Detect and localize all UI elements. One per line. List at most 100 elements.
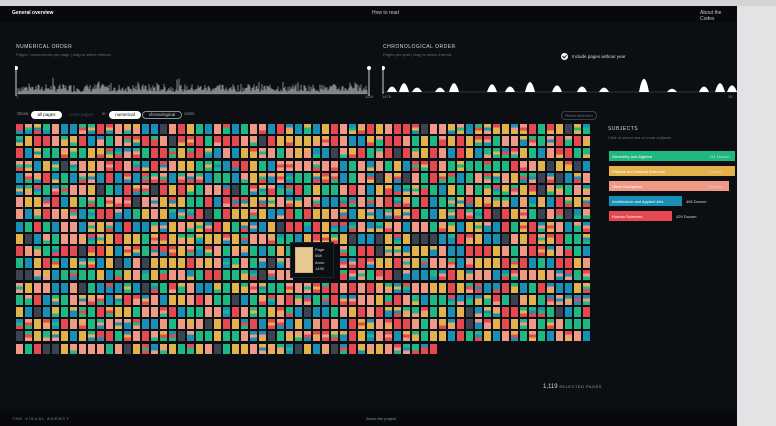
page-cell[interactable] — [574, 221, 581, 232]
page-cell[interactable] — [583, 258, 590, 269]
page-cell[interactable] — [70, 221, 77, 232]
page-cell[interactable] — [376, 221, 383, 232]
page-cell[interactable] — [358, 331, 365, 342]
page-cell[interactable] — [358, 185, 365, 195]
page-cell[interactable] — [106, 197, 113, 208]
page-cell[interactable] — [439, 282, 446, 293]
page-cell[interactable] — [547, 282, 554, 293]
page-cell[interactable] — [376, 209, 383, 220]
page-cell[interactable] — [70, 343, 77, 354]
page-cell[interactable] — [214, 282, 221, 293]
page-cell[interactable] — [160, 331, 167, 342]
page-cell[interactable] — [313, 124, 320, 134]
page-cell[interactable] — [520, 294, 527, 305]
page-cell[interactable] — [259, 136, 266, 147]
page-cell[interactable] — [565, 233, 572, 244]
page-cell[interactable] — [376, 294, 383, 305]
page-cell[interactable] — [286, 185, 293, 195]
page-cell[interactable] — [187, 185, 194, 195]
page-cell[interactable] — [430, 172, 437, 183]
page-cell[interactable] — [88, 343, 95, 354]
page-cell[interactable] — [574, 270, 581, 281]
page-cell[interactable] — [439, 209, 446, 220]
page-cell[interactable] — [547, 246, 554, 256]
page-cell[interactable] — [439, 136, 446, 147]
page-cell[interactable] — [61, 197, 68, 208]
page-cell[interactable] — [16, 160, 23, 171]
page-cell[interactable] — [259, 197, 266, 208]
page-cell[interactable] — [160, 197, 167, 208]
page-cell[interactable] — [196, 343, 203, 354]
page-cell[interactable] — [232, 343, 239, 354]
page-cell[interactable] — [196, 246, 203, 256]
page-cell[interactable] — [547, 294, 554, 305]
page-cell[interactable] — [277, 246, 284, 256]
page-cell[interactable] — [151, 172, 158, 183]
page-cell[interactable] — [547, 185, 554, 195]
page-cell[interactable] — [493, 246, 500, 256]
page-cell[interactable] — [529, 319, 536, 330]
page-cell[interactable] — [142, 197, 149, 208]
page-cell[interactable] — [259, 246, 266, 256]
page-cell[interactable] — [322, 209, 329, 220]
page-cell[interactable] — [529, 233, 536, 244]
page-cell[interactable] — [322, 221, 329, 232]
page-cell[interactable] — [25, 124, 32, 134]
page-cell[interactable] — [349, 124, 356, 134]
page-cell[interactable] — [106, 258, 113, 269]
page-cell[interactable] — [394, 343, 401, 354]
page-cell[interactable] — [205, 319, 212, 330]
page-cell[interactable] — [259, 172, 266, 183]
page-cell[interactable] — [88, 148, 95, 159]
page-cell[interactable] — [43, 294, 50, 305]
page-cell[interactable] — [340, 319, 347, 330]
page-cell[interactable] — [574, 319, 581, 330]
page-cell[interactable] — [250, 331, 257, 342]
page-cell[interactable] — [178, 294, 185, 305]
page-cell[interactable] — [259, 258, 266, 269]
page-cell[interactable] — [250, 148, 257, 159]
page-cell[interactable] — [205, 209, 212, 220]
page-cell[interactable] — [394, 258, 401, 269]
page-cell[interactable] — [25, 221, 32, 232]
page-cell[interactable] — [466, 124, 473, 134]
page-cell[interactable] — [160, 209, 167, 220]
page-cell[interactable] — [322, 294, 329, 305]
page-cell[interactable] — [151, 233, 158, 244]
page-cell[interactable] — [466, 136, 473, 147]
page-cell[interactable] — [268, 343, 275, 354]
page-cell[interactable] — [475, 221, 482, 232]
page-cell[interactable] — [97, 319, 104, 330]
page-cell[interactable] — [223, 172, 230, 183]
page-cell[interactable] — [412, 209, 419, 220]
page-cell[interactable] — [97, 246, 104, 256]
page-cell[interactable] — [385, 307, 392, 317]
page-cell[interactable] — [232, 233, 239, 244]
page-cell[interactable] — [583, 172, 590, 183]
page-cell[interactable] — [583, 197, 590, 208]
page-cell[interactable] — [268, 160, 275, 171]
page-cell[interactable] — [88, 258, 95, 269]
page-cell[interactable] — [133, 197, 140, 208]
page-cell[interactable] — [43, 160, 50, 171]
page-cell[interactable] — [214, 331, 221, 342]
page-cell[interactable] — [151, 319, 158, 330]
page-cell[interactable] — [106, 124, 113, 134]
page-cell[interactable] — [475, 258, 482, 269]
page-cell[interactable] — [277, 172, 284, 183]
page-cell[interactable] — [367, 294, 374, 305]
page-cell[interactable] — [529, 282, 536, 293]
page-cell[interactable] — [178, 282, 185, 293]
page-cell[interactable] — [448, 148, 455, 159]
page-cell[interactable] — [187, 270, 194, 281]
page-cell[interactable] — [457, 185, 464, 195]
page-cell[interactable] — [367, 331, 374, 342]
page-cell[interactable] — [268, 258, 275, 269]
page-cell[interactable] — [214, 307, 221, 317]
page-cell[interactable] — [547, 331, 554, 342]
page-cell[interactable] — [286, 148, 293, 159]
page-cell[interactable] — [88, 233, 95, 244]
page-cell[interactable] — [430, 246, 437, 256]
page-cell[interactable] — [340, 197, 347, 208]
nav-about-codex[interactable]: About the Codex — [700, 10, 737, 22]
